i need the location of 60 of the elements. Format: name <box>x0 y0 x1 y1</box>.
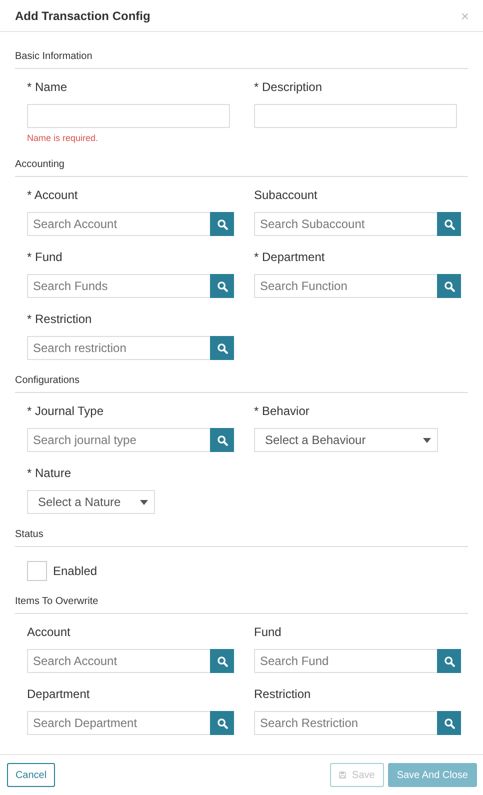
search-button[interactable] <box>437 274 461 298</box>
search-icon <box>216 218 228 230</box>
field-label: Subaccount <box>254 187 318 204</box>
search-button[interactable] <box>210 336 234 360</box>
search-field[interactable]: Search restriction <box>27 336 210 360</box>
cancel-button[interactable]: Cancel <box>7 763 55 787</box>
caret-icon <box>423 438 431 442</box>
search-icon <box>216 280 228 292</box>
section-title: Accounting <box>15 159 64 170</box>
search-icon <box>444 218 454 230</box>
search-icon <box>216 718 228 728</box>
search-field[interactable]: Search Restriction <box>254 711 437 735</box>
search-field[interactable]: Search Fund <box>254 649 437 673</box>
search-field[interactable]: Search Department <box>27 711 210 735</box>
field-label: * Department <box>254 249 325 266</box>
search-field[interactable]: Search Funds <box>27 274 210 298</box>
search-icon <box>444 280 454 292</box>
select-dropdown[interactable]: Select a Nature <box>27 490 155 514</box>
search-icon <box>444 656 454 666</box>
text-field[interactable] <box>254 104 457 128</box>
search-button[interactable] <box>210 274 234 298</box>
field-label: * Nature <box>27 465 72 482</box>
field-label: Department <box>27 686 90 703</box>
search-button[interactable] <box>210 649 234 673</box>
field-label: * Journal Type <box>27 403 104 420</box>
search-button[interactable] <box>210 428 234 452</box>
section-title: Status <box>15 529 44 540</box>
field-label: * Name <box>27 79 68 96</box>
field-label: * Description <box>254 79 322 96</box>
section-title: Basic Information <box>15 51 92 62</box>
search-button[interactable] <box>437 711 461 735</box>
dialog-title: Add Transaction Config <box>15 8 150 22</box>
field-label: Restriction <box>254 686 311 703</box>
search-icon <box>216 434 228 446</box>
search-field[interactable]: Search Account <box>27 212 210 236</box>
field-label: Account <box>27 624 70 641</box>
field-label: * Restriction <box>27 311 92 328</box>
select-dropdown[interactable]: Select a Behaviour <box>254 428 438 452</box>
search-icon <box>444 718 454 728</box>
search-field[interactable]: Search journal type <box>27 428 210 452</box>
section-title: Configurations <box>15 375 80 386</box>
error-message: Name is required. <box>27 132 98 144</box>
search-button[interactable] <box>210 212 234 236</box>
checkbox[interactable] <box>27 561 47 581</box>
search-button[interactable] <box>437 212 461 236</box>
search-field[interactable]: Search Subaccount <box>254 212 437 236</box>
search-icon <box>216 656 228 666</box>
search-icon <box>216 342 228 354</box>
caret-icon <box>140 500 148 504</box>
checkbox-label: Enabled <box>53 564 98 578</box>
field-label: * Behavior <box>254 403 310 420</box>
section-title: Items To Overwrite <box>15 596 98 607</box>
field-label: * Account <box>27 187 78 204</box>
search-button[interactable] <box>437 649 461 673</box>
search-button[interactable] <box>210 711 234 735</box>
search-field[interactable]: Search Function <box>254 274 437 298</box>
text-field[interactable] <box>27 104 230 128</box>
field-label: Fund <box>254 624 282 641</box>
field-label: * Fund <box>27 249 62 266</box>
search-field[interactable]: Search Account <box>27 649 210 673</box>
